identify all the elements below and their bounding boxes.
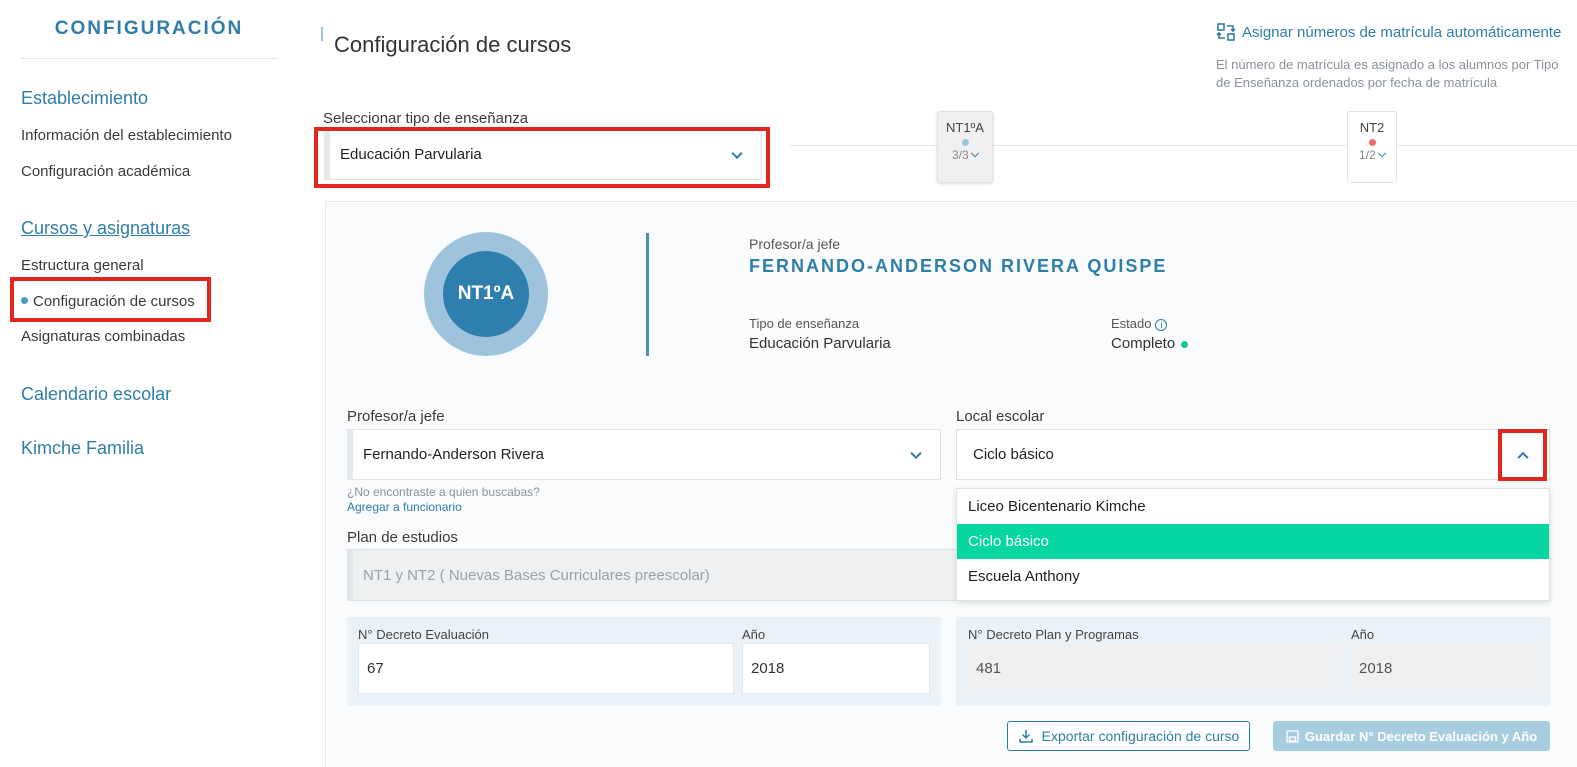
- sidebar-section-calendario[interactable]: Calendario escolar: [21, 384, 171, 405]
- teaching-type-value: Educación Parvularia: [340, 146, 482, 163]
- sidebar-item-config-cursos[interactable]: Configuración de cursos: [33, 293, 195, 310]
- not-found-hint: ¿No encontraste a quien buscabas?: [347, 485, 540, 499]
- course-tab-name: NT2: [1359, 120, 1385, 135]
- teacher-select[interactable]: Fernando-Anderson Rivera: [347, 429, 941, 480]
- decree-plan-year-label: Año: [1351, 627, 1375, 642]
- download-icon: [1018, 730, 1033, 743]
- decree-eval-panel: N° Decreto Evaluación Año 67 2018: [347, 617, 941, 706]
- auto-assign-link-label: Asignar números de matrícula automáticam…: [1242, 23, 1562, 41]
- course-tab-nt2[interactable]: NT2 1/2: [1347, 111, 1397, 183]
- course-tabs-line: [790, 145, 1577, 146]
- save-icon: [1286, 729, 1299, 743]
- export-config-label: Exportar configuración de curso: [1041, 728, 1240, 744]
- decree-eval-label: N° Decreto Evaluación: [358, 627, 489, 642]
- decree-plan-panel: N° Decreto Plan y Programas Año 481 2018: [956, 617, 1550, 706]
- head-teacher-label: Profesor/a jefe: [749, 236, 841, 252]
- sidebar-item-info-establecimiento[interactable]: Información del establecimiento: [21, 127, 232, 144]
- chevron-down-icon: [1377, 148, 1387, 158]
- sidebar-item-estructura-general[interactable]: Estructura general: [21, 257, 144, 274]
- plan-field: NT1 y NT2 ( Nuevas Bases Curriculares pr…: [347, 549, 967, 601]
- info-icon[interactable]: i: [1155, 318, 1168, 331]
- decree-plan-label: N° Decreto Plan y Programas: [968, 627, 1139, 642]
- local-option[interactable]: Liceo Bicentenario Kimche: [957, 489, 1549, 524]
- decree-eval-year-input[interactable]: 2018: [742, 643, 930, 694]
- chevron-down-icon: [970, 148, 980, 158]
- chevron-down-icon: [910, 447, 922, 459]
- save-decree-label: Guardar N° Decreto Evaluación y Año: [1304, 728, 1538, 744]
- export-config-button[interactable]: Exportar configuración de curso: [1007, 721, 1250, 751]
- course-tab-name: NT1ºA: [946, 120, 984, 135]
- local-dropdown-list: Liceo Bicentenario Kimche Ciclo básico E…: [956, 488, 1550, 601]
- course-tab-count: 3/3: [951, 148, 969, 162]
- course-tab-count: 1/2: [1358, 148, 1376, 162]
- chevron-down-icon: [731, 147, 743, 159]
- card-divider: [646, 233, 649, 356]
- head-teacher-name: FERNANDO-ANDERSON RIVERA QUISPE: [749, 256, 1168, 276]
- sidebar-title: CONFIGURACIÓN: [20, 18, 278, 59]
- add-staff-link[interactable]: Agregar a funcionario: [347, 500, 462, 514]
- status-ok-dot: [1181, 340, 1189, 348]
- save-decree-button[interactable]: Guardar N° Decreto Evaluación y Año: [1273, 721, 1550, 751]
- decree-eval-input[interactable]: 67: [358, 643, 734, 694]
- type-value: Educación Parvularia: [749, 335, 891, 352]
- teaching-type-select[interactable]: Educación Parvularia: [324, 129, 762, 180]
- local-option[interactable]: Escuela Anthony: [957, 559, 1549, 594]
- active-indicator-dot: [21, 297, 28, 304]
- plan-field-label: Plan de estudios: [347, 529, 458, 546]
- state-label: Estado i: [1111, 316, 1168, 331]
- sidebar-item-asignaturas-combinadas[interactable]: Asignaturas combinadas: [21, 328, 185, 345]
- chevron-up-icon[interactable]: [1517, 451, 1529, 463]
- type-label: Tipo de enseñanza: [749, 316, 860, 331]
- course-tab-status-dot: [961, 139, 969, 146]
- sidebar-item-config-academica[interactable]: Configuración académica: [21, 163, 190, 180]
- sidebar-section-kimche-familia[interactable]: Kimche Familia: [21, 438, 144, 459]
- course-tab-status-dot: [1368, 139, 1376, 146]
- sidebar: CONFIGURACIÓN Establecimiento Informació…: [0, 0, 300, 767]
- auto-assign-description: El número de matrícula es asignado a los…: [1216, 57, 1559, 90]
- decree-eval-year-label: Año: [742, 627, 766, 642]
- sidebar-section-establecimiento[interactable]: Establecimiento: [21, 88, 148, 109]
- course-tab-nt1a[interactable]: NT1ºA 3/3: [937, 111, 993, 183]
- local-field-label: Local escolar: [956, 408, 1045, 425]
- sidebar-section-cursos-asignaturas[interactable]: Cursos y asignaturas: [21, 218, 190, 239]
- page-title: Configuración de cursos: [334, 32, 572, 57]
- auto-assign-link[interactable]: Asignar números de matrícula automáticam…: [1216, 22, 1561, 42]
- decree-plan-value: 481: [968, 643, 1343, 694]
- teacher-select-value: Fernando-Anderson Rivera: [363, 446, 544, 463]
- local-option-selected[interactable]: Ciclo básico: [957, 524, 1549, 559]
- teacher-field-label: Profesor/a jefe: [347, 408, 445, 425]
- course-badge: NT1ºA: [443, 251, 529, 337]
- local-select[interactable]: Ciclo básico: [956, 429, 1550, 480]
- state-value: Completo: [1111, 335, 1189, 352]
- title-separator: [321, 27, 323, 41]
- teaching-type-label: Seleccionar tipo de enseñanza: [323, 110, 529, 127]
- swap-arrows-icon: [1216, 23, 1236, 41]
- decree-plan-year-value: 2018: [1351, 643, 1539, 694]
- local-select-value: Ciclo básico: [973, 446, 1054, 463]
